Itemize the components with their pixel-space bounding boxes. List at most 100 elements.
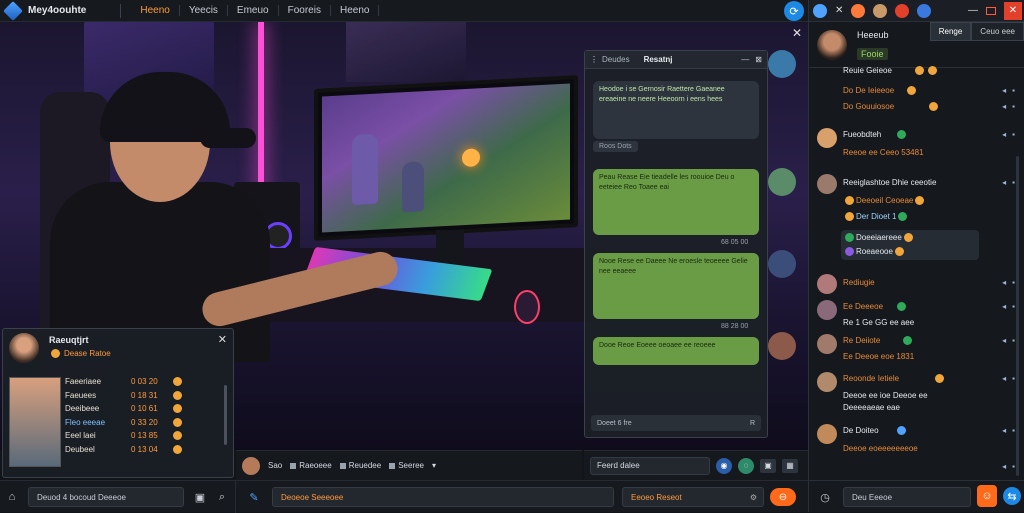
close-icon[interactable]: ✕: [218, 333, 227, 346]
viewer-avatar[interactable]: [768, 250, 796, 278]
edit-icon[interactable]: ✎: [246, 489, 262, 505]
message-time: 68 05 00: [721, 239, 749, 246]
more-icon: ▪: [1012, 426, 1015, 435]
coin-icon: [173, 404, 182, 414]
profile-name: Raeuqtjrt: [49, 335, 89, 345]
app-switch-icon[interactable]: ⇆: [1003, 487, 1021, 505]
avatar[interactable]: [9, 333, 39, 363]
avatar: [817, 334, 837, 354]
friend-search-input[interactable]: Deu Eeeoe: [843, 487, 971, 507]
stat-row: Faeeriaee 0 03 20: [65, 375, 225, 389]
nav-item[interactable]: Emeuo: [228, 5, 279, 16]
stat-row: Deubeel 0 13 04: [65, 443, 225, 457]
app-logo-icon: [3, 0, 23, 21]
volume-icon: ◂: [1002, 130, 1007, 139]
chat-message-outgoing: Dooe Reoe Eoeee oeoaee ee reoeee: [593, 337, 759, 365]
avatar[interactable]: [851, 3, 866, 18]
camera-icon[interactable]: ◉: [716, 457, 732, 474]
avatar: [817, 372, 837, 392]
message-time: Roos Dots: [593, 141, 638, 152]
coin-icon: [173, 377, 182, 387]
divider: [120, 3, 122, 18]
chat-title: Resatnj: [643, 55, 673, 64]
minimize-icon[interactable]: —: [968, 5, 978, 16]
volume-icon: ◂: [1002, 374, 1007, 383]
stat-row: Eeel laei 0 13 85: [65, 429, 225, 443]
panel-tabs: Renge Ceuo eee: [929, 22, 1024, 41]
chat-toolbar: Feerd dalee ◉ ◌ ▣ ▦: [584, 450, 808, 480]
chat-header-left: Deudes: [602, 55, 630, 64]
chat-bubble-icon[interactable]: ◌: [738, 457, 754, 474]
emoji-button[interactable]: ☺: [977, 485, 997, 507]
nav-item[interactable]: Heeno: [131, 5, 180, 16]
app-icon[interactable]: [813, 3, 827, 18]
window-controls: ✕ — ✕: [809, 0, 1024, 22]
nav-item[interactable]: Heeno: [331, 5, 380, 16]
close-window-button[interactable]: ✕: [1004, 1, 1022, 20]
clock-icon[interactable]: ◷: [817, 489, 833, 505]
tab[interactable]: Renge: [929, 22, 972, 41]
viewer-avatar[interactable]: [768, 332, 796, 360]
minimize-icon[interactable]: —: [741, 55, 749, 64]
player-action[interactable]: Seeree: [389, 461, 424, 470]
search-input[interactable]: Deuod 4 bocoud Deeeoe: [28, 487, 184, 507]
menu-icon[interactable]: ⋮: [590, 55, 598, 64]
close-icon[interactable]: ✕: [792, 26, 802, 40]
app-title-bar: Mey4oouhte Heeno Yeecis Emeuo Fooreis He…: [0, 0, 808, 22]
avatar: [817, 174, 837, 194]
resize-icon[interactable]: R: [750, 420, 755, 427]
player-action[interactable]: Raeoeee: [290, 461, 332, 470]
close-icon[interactable]: ✕: [835, 5, 843, 16]
avatar: [817, 300, 837, 320]
profile-card: Raeuqtjrt Dease Ratoe ✕ Faeeriaee 0 03 20…: [2, 328, 234, 478]
viewer-avatar[interactable]: [768, 168, 796, 196]
home-icon[interactable]: ⌂: [4, 489, 20, 505]
wall-poster: [346, 22, 466, 82]
chat-search-input[interactable]: Feerd dalee: [590, 456, 710, 475]
stat-row: Deeibeee 0 10 61: [65, 402, 225, 416]
more-icon: ▪: [1012, 102, 1015, 111]
settings-icon: ⚙: [749, 492, 757, 502]
viewer-avatar[interactable]: [768, 50, 796, 78]
profile-stats: Faeeriaee 0 03 20 Faeuees 0 18 31 Deeibeee…: [65, 375, 225, 456]
notification-icon[interactable]: [917, 3, 932, 18]
avatar[interactable]: [817, 30, 847, 60]
user-name: Heeeub: [857, 30, 889, 40]
search-icon[interactable]: ⌕: [214, 489, 230, 505]
image-icon[interactable]: ▣: [192, 489, 208, 505]
volume-icon: ◂: [1002, 462, 1007, 471]
tab[interactable]: Ceuo eee: [971, 22, 1024, 41]
image-icon[interactable]: ▣: [760, 458, 776, 473]
fire-icon[interactable]: [895, 3, 910, 18]
chat-footer[interactable]: Doeet 6 fre R: [591, 415, 761, 431]
coin-icon: [173, 417, 182, 427]
player-action[interactable]: Reuedee: [339, 461, 381, 470]
gaming-mouse: [514, 290, 540, 324]
player-bar: Sao Raeoeee Reuedee Seeree ▾: [236, 450, 582, 480]
nav-item[interactable]: Yeecis: [180, 5, 228, 16]
stat-row: Faeuees 0 18 31: [65, 389, 225, 403]
maximize-icon[interactable]: [986, 6, 996, 15]
volume-icon: ◂: [1002, 336, 1007, 345]
coin-icon: [173, 431, 182, 441]
more-icon: ▪: [1012, 130, 1015, 139]
close-icon[interactable]: ⊠: [755, 55, 762, 64]
nav-item[interactable]: Fooreis: [279, 5, 331, 16]
more-icon: ▪: [1012, 178, 1015, 187]
chat-message-outgoing: Peau Rease Eie tieadelle les roouioe Deu…: [593, 169, 759, 235]
message-input[interactable]: Deoeoe Seeeoee: [272, 487, 614, 507]
volume-icon: ◂: [1002, 278, 1007, 287]
emoji-icon[interactable]: [873, 3, 888, 18]
scrollbar[interactable]: [224, 385, 227, 445]
more-icon: ▪: [1012, 462, 1015, 471]
secondary-input[interactable]: Eeoeo Reseot ⚙: [622, 487, 764, 507]
chevron-down-icon[interactable]: ▾: [432, 461, 436, 470]
more-icon: ▪: [1012, 278, 1015, 287]
sync-icon[interactable]: ⟳: [784, 1, 804, 21]
scrollbar[interactable]: [1016, 156, 1019, 476]
grid-icon[interactable]: ▦: [782, 458, 798, 473]
message-time: 88 28 00: [721, 323, 749, 330]
reaction-box[interactable]: Doeeiaereee Roeaeooe: [809, 230, 1024, 260]
avatar[interactable]: [242, 456, 260, 475]
send-button[interactable]: ⊖: [770, 488, 796, 506]
